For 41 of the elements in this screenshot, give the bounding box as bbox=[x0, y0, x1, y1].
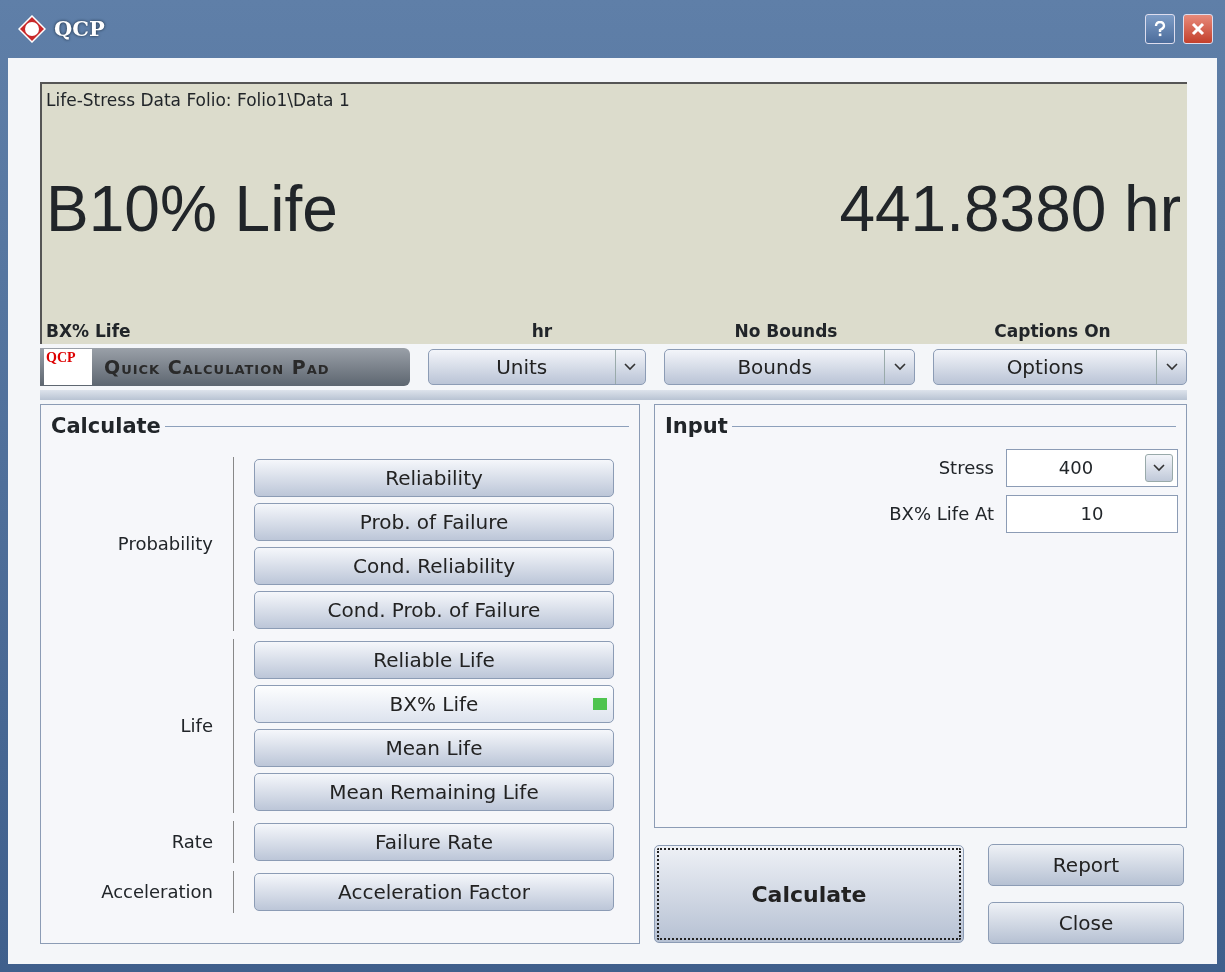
group-label: Rate bbox=[170, 830, 214, 854]
qcp-logo-icon: QCP bbox=[44, 349, 92, 385]
active-indicator-icon bbox=[593, 697, 607, 710]
calculation-button[interactable]: Acceleration Factor bbox=[254, 872, 614, 911]
result-value: 441.8380 hr bbox=[839, 172, 1181, 247]
group-label: Acceleration bbox=[100, 880, 214, 904]
group-label: Probability bbox=[116, 532, 214, 556]
field-label: Stress bbox=[938, 456, 994, 480]
calculation-button[interactable]: Prob. of Failure bbox=[254, 502, 614, 541]
caption-text: hr bbox=[530, 319, 554, 343]
help-icon[interactable] bbox=[1145, 14, 1175, 44]
calculation-button[interactable]: Cond. Prob. of Failure bbox=[254, 590, 614, 629]
panel-title: Calculate bbox=[51, 413, 161, 440]
caret-icon bbox=[1145, 453, 1173, 482]
dropdown-button[interactable]: Bounds bbox=[663, 349, 916, 385]
calculation-button[interactable]: Reliability bbox=[254, 458, 614, 497]
action-button[interactable]: Report bbox=[988, 844, 1184, 886]
data-source-text: Life-Stress Data Folio: Folio1\Data 1 bbox=[46, 89, 351, 112]
dropdown-button[interactable]: Options bbox=[933, 349, 1187, 385]
group-label: Life bbox=[179, 714, 214, 738]
close-icon[interactable] bbox=[1183, 14, 1213, 44]
banner-caption: Quick Calculation Pad bbox=[104, 354, 330, 380]
dropdown-button[interactable]: Units bbox=[427, 349, 646, 385]
field-label: BX% Life At bbox=[889, 502, 994, 526]
input-field[interactable]: 10 bbox=[1006, 494, 1178, 533]
stress-dropdown[interactable]: 400 bbox=[1006, 448, 1178, 487]
calculation-button[interactable]: Reliable Life bbox=[254, 640, 614, 679]
result-label: B10% Life bbox=[46, 172, 338, 247]
calculation-button[interactable]: Failure Rate bbox=[254, 822, 614, 861]
calculation-button[interactable]: Mean Life bbox=[254, 728, 614, 767]
calculate-button[interactable]: Calculate bbox=[654, 845, 964, 943]
app-logo-icon bbox=[18, 15, 46, 43]
calculation-button[interactable]: Cond. Reliability bbox=[254, 546, 614, 585]
caption-text: Captions On bbox=[993, 319, 1112, 343]
caption-text: BX% Life bbox=[46, 319, 132, 343]
action-button[interactable]: Close bbox=[988, 902, 1184, 944]
caption-text: No Bounds bbox=[733, 319, 839, 343]
window-title: QCP bbox=[54, 15, 105, 44]
panel-title: Input bbox=[665, 413, 728, 440]
calculation-button[interactable]: Mean Remaining Life bbox=[254, 772, 614, 811]
calculation-button[interactable]: BX% Life bbox=[254, 684, 614, 723]
